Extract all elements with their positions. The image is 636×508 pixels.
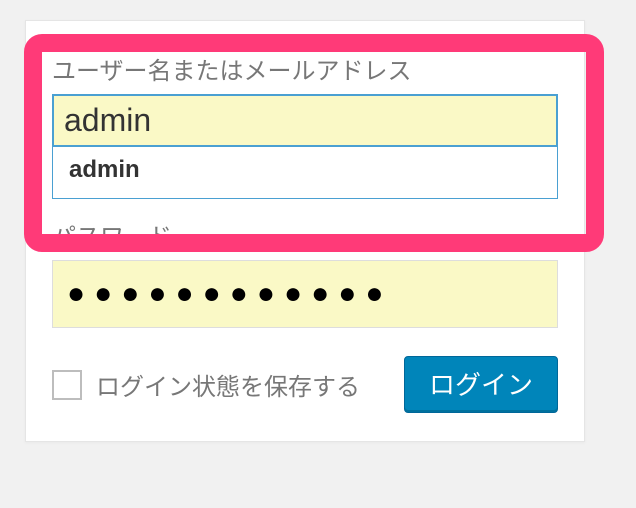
form-footer: ログイン状態を保存する ログイン [52,356,558,413]
login-button[interactable]: ログイン [404,356,558,413]
password-field: パスワード ●●●●●●●●●●●● [52,217,558,328]
autocomplete-dropdown: admin [52,145,558,199]
username-field: ユーザー名またはメールアドレス admin [52,51,558,199]
password-masked-value: ●●●●●●●●●●●● [67,277,392,310]
password-input[interactable]: ●●●●●●●●●●●● [52,260,558,328]
remember-me[interactable]: ログイン状態を保存する [52,367,360,402]
login-form: ユーザー名またはメールアドレス admin パスワード ●●●●●●●●●●●●… [25,20,585,442]
username-label: ユーザー名またはメールアドレス [52,51,558,86]
remember-label: ログイン状態を保存する [96,367,360,402]
autocomplete-item[interactable]: admin [53,146,557,198]
remember-checkbox[interactable] [52,370,82,400]
password-label: パスワード [52,217,558,252]
username-input[interactable] [52,94,558,147]
